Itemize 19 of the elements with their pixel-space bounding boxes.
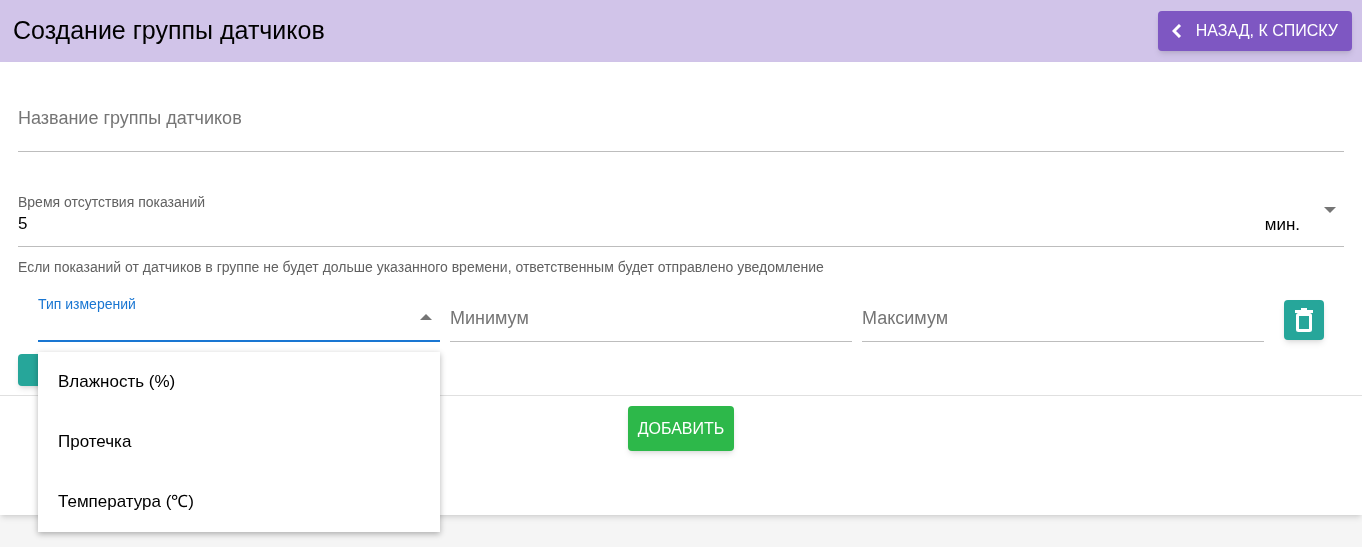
field-label: Тип измерений	[38, 295, 136, 314]
trash-icon	[1295, 308, 1313, 332]
measurement-type-select[interactable]: Тип измерений	[38, 294, 440, 342]
delete-button[interactable]	[1284, 300, 1324, 340]
minimum-field[interactable]: Минимум	[450, 294, 852, 342]
field-value: 5	[18, 213, 28, 235]
timeout-field[interactable]: Время отсутствия показаний 5 мин.	[18, 192, 1344, 247]
page-title: Создание группы датчиков	[13, 15, 325, 47]
group-name-field[interactable]: Название группы датчиков	[18, 102, 1344, 152]
back-button[interactable]: НАЗАД, К СПИСКУ	[1157, 11, 1352, 51]
field-label: Время отсутствия показаний	[18, 193, 206, 212]
helper-text: Если показаний от датчиков в группе не будет дольше указанного времени, ответственным будет отправлено уведомление	[18, 258, 825, 277]
maximum-field[interactable]: Максимум	[862, 294, 1264, 342]
menu-item[interactable]: Влажность (%)	[38, 352, 440, 412]
unit-label: мин.	[1264, 214, 1300, 236]
menu-item[interactable]: Протечка	[38, 412, 440, 472]
menu-item[interactable]: Температура (℃)	[38, 472, 440, 532]
dropdown-arrow-icon	[1324, 207, 1336, 213]
chevron-left-icon	[1171, 24, 1182, 38]
